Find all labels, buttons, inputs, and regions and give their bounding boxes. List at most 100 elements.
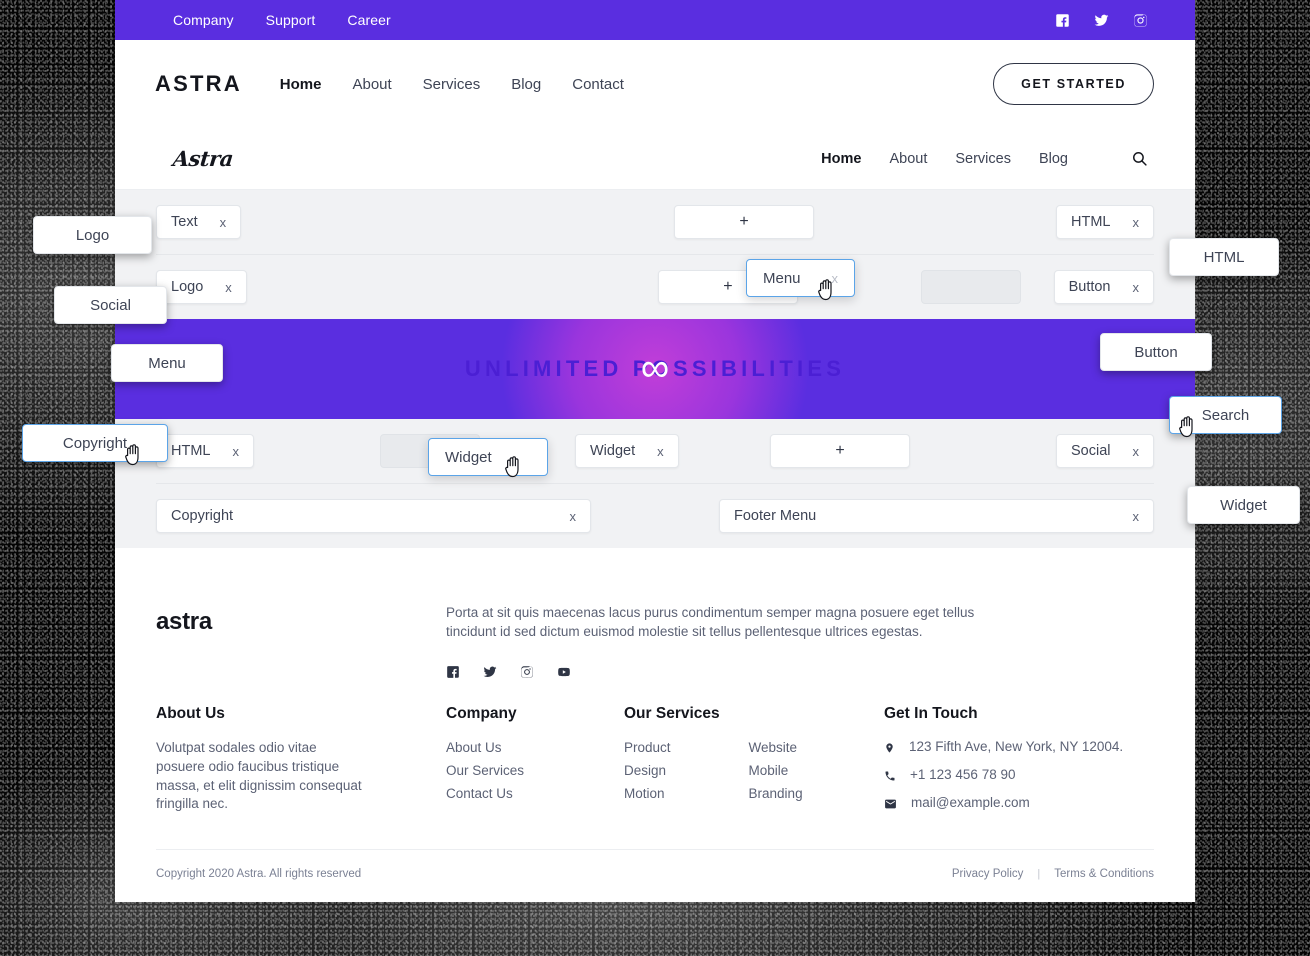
utility-topbar: Company Support Career — [115, 0, 1195, 40]
builder-chip-logo[interactable]: Logo x — [156, 270, 247, 304]
chip-remove-icon[interactable]: x — [806, 271, 839, 286]
footer-column-contact: Get In Touch 123 Fifth Ave, New York, NY… — [884, 705, 1123, 823]
utility-link-support[interactable]: Support — [266, 12, 316, 28]
youtube-icon[interactable] — [556, 665, 572, 679]
subnav-item-home[interactable]: Home — [821, 151, 861, 167]
dragging-chip-widget[interactable]: Widget — [428, 438, 548, 476]
terms-conditions-link[interactable]: Terms & Conditions — [1054, 868, 1154, 880]
search-icon[interactable] — [1131, 150, 1148, 167]
builder-chip-button[interactable]: Button x — [1053, 270, 1154, 304]
chip-label: Footer Menu — [734, 508, 817, 524]
subnav-item-about[interactable]: About — [889, 151, 927, 167]
instagram-icon[interactable] — [520, 665, 534, 679]
footer-column-title: About Us — [156, 705, 225, 723]
chip-remove-icon[interactable]: x — [220, 215, 227, 230]
footer-column-title: Company — [446, 705, 517, 723]
contact-email-text[interactable]: mail@example.com — [911, 795, 1030, 810]
palette-chip-menu[interactable]: Menu — [111, 344, 223, 382]
chip-remove-icon[interactable]: x — [1133, 509, 1140, 524]
footer-link-our-services[interactable]: Our Services — [446, 763, 524, 778]
instagram-icon[interactable] — [1133, 13, 1148, 28]
header-builder-row-2: Logo x + Button x — [156, 255, 1154, 319]
footer-row2-left-slot: Copyright x — [156, 499, 600, 533]
nav-item-blog[interactable]: Blog — [511, 76, 541, 93]
header-builder: Text x + HTML x Logo x + Button x — [115, 190, 1195, 319]
footer-row2-right-slot: Footer Menu x — [600, 499, 1154, 533]
chip-remove-icon[interactable]: x — [1133, 215, 1140, 230]
list-item: Design — [624, 762, 671, 781]
palette-chip-copyright[interactable]: Copyright — [22, 424, 168, 462]
chip-remove-icon[interactable]: x — [232, 444, 239, 459]
twitter-icon[interactable] — [1093, 13, 1110, 28]
twitter-icon[interactable] — [482, 665, 498, 679]
chip-label: Widget — [445, 448, 492, 466]
get-started-button[interactable]: GET STARTED — [993, 63, 1154, 105]
footer-top-gap — [115, 548, 1195, 568]
footer-link-product[interactable]: Product — [624, 740, 671, 755]
facebook-icon[interactable] — [1055, 13, 1070, 28]
footer-logo[interactable]: astra — [156, 604, 446, 679]
footer-row1-slot-c: + — [770, 434, 965, 468]
subnav-item-services[interactable]: Services — [955, 151, 1011, 167]
chip-remove-icon[interactable]: x — [225, 280, 232, 295]
footer-link-about-us[interactable]: About Us — [446, 740, 502, 755]
palette-chip-logo[interactable]: Logo — [33, 216, 152, 254]
privacy-policy-link[interactable]: Privacy Policy — [952, 868, 1024, 880]
palette-chip-search[interactable]: Search — [1169, 396, 1282, 434]
nav-item-services[interactable]: Services — [423, 76, 481, 93]
subnav-item-blog[interactable]: Blog — [1039, 151, 1068, 167]
footer-top: astra Porta at sit quis maecenas lacus p… — [115, 568, 1195, 705]
header-row2-center-slot: + — [535, 270, 920, 304]
builder-chip-widget[interactable]: Widget x — [575, 434, 679, 468]
list-item: Contact Us — [446, 785, 624, 804]
drop-placeholder-slot[interactable] — [920, 270, 1021, 304]
builder-chip-text[interactable]: Text x — [156, 205, 242, 239]
palette-chip-html[interactable]: HTML — [1169, 238, 1279, 276]
builder-chip-copyright[interactable]: Copyright x — [156, 499, 591, 533]
utility-link-company[interactable]: Company — [173, 12, 234, 28]
list-item: Motion — [624, 785, 671, 804]
utility-link-career[interactable]: Career — [347, 12, 390, 28]
list-item: Website — [749, 739, 803, 758]
footer-link-motion[interactable]: Motion — [624, 786, 665, 801]
palette-chip-widget[interactable]: Widget — [1187, 486, 1300, 524]
builder-chip-html[interactable]: HTML x — [1056, 205, 1154, 239]
footer-link-mobile[interactable]: Mobile — [749, 763, 789, 778]
contact-email-item: mail@example.com — [884, 795, 1123, 811]
primary-nav: Home About Services Blog Contact — [280, 76, 624, 93]
add-element-button[interactable]: + — [770, 434, 910, 468]
footer-link-contact-us[interactable]: Contact Us — [446, 786, 513, 801]
chip-remove-icon[interactable]: x — [570, 509, 577, 524]
footer-link-design[interactable]: Design — [624, 763, 666, 778]
brand-logo[interactable]: ASTRA — [155, 71, 242, 97]
nav-item-home[interactable]: Home — [280, 76, 322, 93]
footer-link-branding[interactable]: Branding — [749, 786, 803, 801]
footer-bottom-bar: Copyright 2020 Astra. All rights reserve… — [156, 849, 1154, 902]
palette-chip-label: Button — [1134, 343, 1178, 361]
chip-remove-icon[interactable]: x — [1133, 444, 1140, 459]
add-element-button[interactable]: + — [674, 205, 814, 239]
chip-remove-icon[interactable]: x — [657, 444, 664, 459]
contact-phone-text[interactable]: +1 123 456 78 90 — [910, 767, 1015, 782]
nav-item-contact[interactable]: Contact — [572, 76, 624, 93]
legal-separator: | — [1037, 868, 1041, 881]
palette-chip-button[interactable]: Button — [1100, 333, 1212, 371]
footer-link-website[interactable]: Website — [749, 740, 798, 755]
nav-item-about[interactable]: About — [352, 76, 391, 93]
builder-chip-footer-menu[interactable]: Footer Menu x — [719, 499, 1154, 533]
palette-chip-label: Logo — [75, 226, 110, 244]
script-logo[interactable]: Astra — [172, 146, 235, 171]
chip-remove-icon[interactable]: x — [1133, 280, 1140, 295]
palette-chip-label: Menu — [148, 354, 186, 372]
builder-chip-social[interactable]: Social x — [1056, 434, 1154, 468]
footer-row1-slot-a: HTML x — [156, 434, 380, 468]
footer-services-col-1: Product Design Motion — [624, 739, 671, 807]
footer-copyright: Copyright 2020 Astra. All rights reserve… — [156, 868, 362, 881]
dragging-chip-menu[interactable]: Menu x — [746, 259, 855, 297]
location-pin-icon — [886, 743, 893, 753]
footer-columns: About Us Volutpat sodales odio vitae pos… — [115, 705, 1195, 849]
palette-chip-social[interactable]: Social — [54, 286, 167, 324]
footer-legal-links: Privacy Policy | Terms & Conditions — [952, 868, 1154, 880]
facebook-icon[interactable] — [446, 665, 460, 679]
builder-chip-html[interactable]: HTML x — [156, 434, 254, 468]
